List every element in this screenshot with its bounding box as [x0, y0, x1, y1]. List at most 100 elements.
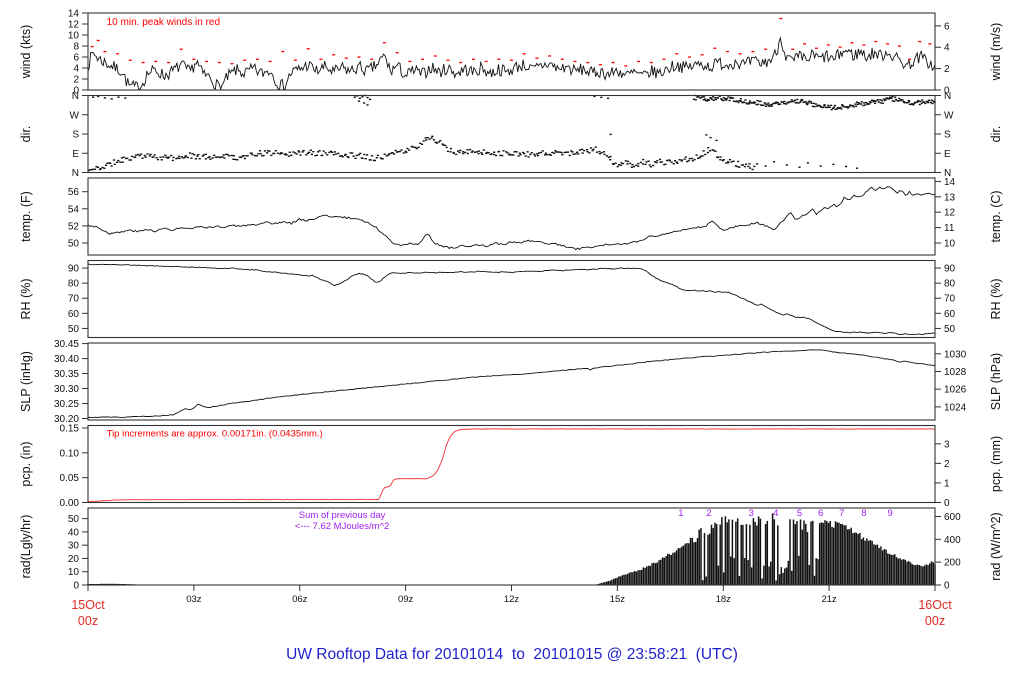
svg-text:RH (%): RH (%)	[19, 279, 33, 320]
svg-text:0.15: 0.15	[60, 423, 80, 434]
svg-text:10: 10	[68, 567, 80, 578]
svg-text:70: 70	[68, 294, 80, 305]
svg-text:E: E	[72, 149, 79, 160]
svg-text:wind (m/s): wind (m/s)	[989, 23, 1003, 82]
svg-text:30.45: 30.45	[54, 339, 79, 350]
svg-text:W: W	[944, 110, 954, 121]
panel-rad: 0 10 20 30 40 50 0 200 400 600 rad(Lgly/hr) rad (W/…	[19, 507, 1003, 592]
svg-text:RH (%): RH (%)	[989, 279, 1003, 320]
svg-text:400: 400	[944, 535, 961, 546]
svg-text:9: 9	[887, 508, 892, 519]
panel-pcp: 0.00 0.05 0.10 0.15 0 1 2 3 pcp. (in) pcp. (mm) Ti…	[19, 423, 1003, 509]
temp-temperature	[87, 186, 936, 251]
svg-text:80: 80	[68, 279, 80, 290]
svg-text:6: 6	[944, 21, 950, 32]
wind-mean-wind	[87, 36, 936, 91]
svg-text:2: 2	[706, 508, 711, 519]
svg-text:8: 8	[73, 42, 79, 53]
panel-rh: 50 60 70 80 90 50 60 70 80 90 RH (%) RH (%)	[19, 259, 1003, 339]
svg-text:rad (W/m^2): rad (W/m^2)	[989, 512, 1003, 580]
svg-text:wind (kts): wind (kts)	[19, 25, 33, 79]
svg-text:10: 10	[68, 31, 80, 42]
svg-text:14: 14	[944, 177, 956, 188]
svg-text:30: 30	[68, 541, 80, 552]
svg-text:12: 12	[68, 20, 80, 31]
svg-text:dir.: dir.	[19, 126, 33, 143]
svg-text:30.35: 30.35	[54, 369, 79, 380]
svg-text:N: N	[72, 91, 79, 102]
svg-text:temp. (F): temp. (F)	[19, 191, 33, 242]
svg-text:0: 0	[73, 581, 79, 592]
svg-text:00z: 00z	[78, 614, 98, 628]
svg-text:5: 5	[797, 508, 802, 519]
svg-text:2: 2	[944, 459, 950, 470]
weather-dashboard: 0 2 4 6 8 10 12 14 0 2 4 6 wind (kts) wind (m/s) 10 mi…	[0, 0, 1024, 700]
panel-wind: 024681012140246wind (kts) wind (m/s)10 mi…	[19, 9, 1003, 97]
svg-text:50: 50	[944, 324, 956, 335]
svg-text:3: 3	[749, 508, 754, 519]
svg-text:600: 600	[944, 512, 961, 523]
svg-text:3: 3	[944, 439, 950, 450]
svg-text:80: 80	[944, 279, 956, 290]
svg-text:12z: 12z	[504, 594, 520, 605]
panel-slp: 30.2030.2530.3030.3530.4030.451024102610…	[19, 339, 1003, 425]
weather-plot-canvas: 024681012140246wind (kts) wind (m/s)10 mi…	[19, 9, 1003, 629]
svg-text:90: 90	[68, 264, 80, 275]
svg-text:40: 40	[68, 527, 80, 538]
svg-text:W: W	[70, 110, 80, 121]
svg-text:54: 54	[68, 204, 80, 215]
svg-text:SLP (hPa): SLP (hPa)	[989, 353, 1003, 410]
svg-text:0.10: 0.10	[60, 448, 80, 459]
svg-text:50: 50	[68, 514, 80, 525]
panel-dir: NESWNNESWNdir. dir.	[19, 91, 1003, 179]
svg-text:15Oct: 15Oct	[71, 598, 105, 612]
rh-humidity	[87, 263, 936, 336]
svg-text:0.05: 0.05	[60, 473, 80, 484]
panel-temp: 50 52 54 56 10 11 12 13 14 temp. (F) temp. (C)	[19, 177, 1003, 256]
slp-pressure	[87, 349, 936, 419]
svg-text:30.30: 30.30	[54, 384, 79, 395]
svg-text:10: 10	[944, 239, 956, 250]
svg-text:pcp. (in): pcp. (in)	[19, 441, 33, 486]
svg-text:15z: 15z	[610, 594, 626, 605]
svg-text:50: 50	[68, 324, 80, 335]
svg-text:13: 13	[944, 192, 956, 203]
svg-text:S: S	[72, 130, 79, 141]
svg-text:60: 60	[68, 309, 80, 320]
svg-text:1026: 1026	[944, 385, 967, 396]
svg-text:70: 70	[944, 294, 956, 305]
svg-text:09z: 09z	[398, 594, 414, 605]
dir-direction-extras	[92, 94, 859, 169]
svg-text:rad(Lgly/hr): rad(Lgly/hr)	[19, 515, 33, 579]
svg-text:0: 0	[944, 581, 950, 592]
svg-text:temp. (C): temp. (C)	[989, 190, 1003, 242]
pcp-precip-accum	[87, 428, 936, 503]
svg-text:60: 60	[944, 309, 956, 320]
svg-text:N: N	[944, 91, 951, 102]
svg-text:56: 56	[68, 187, 80, 198]
svg-text:06z: 06z	[292, 594, 308, 605]
dir-direction-band	[87, 135, 756, 172]
svg-text:20: 20	[68, 554, 80, 565]
svg-text:21z: 21z	[821, 594, 837, 605]
svg-text:12: 12	[944, 208, 956, 219]
svg-text:2: 2	[944, 64, 950, 75]
svg-text:10 min. peak winds in red: 10 min. peak winds in red	[107, 17, 220, 28]
plot-title: UW Rooftop Data for 20101014 to 20101015…	[286, 646, 738, 663]
svg-text:1030: 1030	[944, 349, 967, 360]
svg-text:6: 6	[73, 53, 79, 64]
svg-text:50: 50	[68, 239, 80, 250]
svg-text:0.00: 0.00	[60, 498, 80, 509]
svg-text:03z: 03z	[186, 594, 202, 605]
svg-text:6: 6	[818, 508, 823, 519]
dir-direction-band-high	[692, 94, 936, 111]
svg-text:dir.: dir.	[989, 126, 1003, 143]
svg-text:Tip increments are approx. 0.0: Tip increments are approx. 0.00171in. (0…	[107, 429, 323, 440]
svg-text:<--- 7.62 MJoules/m^2: <--- 7.62 MJoules/m^2	[295, 521, 389, 532]
svg-text:4: 4	[73, 64, 79, 75]
svg-text:Sum of previous day: Sum of previous day	[299, 510, 386, 521]
svg-text:7: 7	[839, 508, 844, 519]
svg-text:pcp. (mm): pcp. (mm)	[989, 436, 1003, 492]
svg-text:4: 4	[944, 43, 950, 54]
rad-solar-area	[597, 513, 936, 585]
